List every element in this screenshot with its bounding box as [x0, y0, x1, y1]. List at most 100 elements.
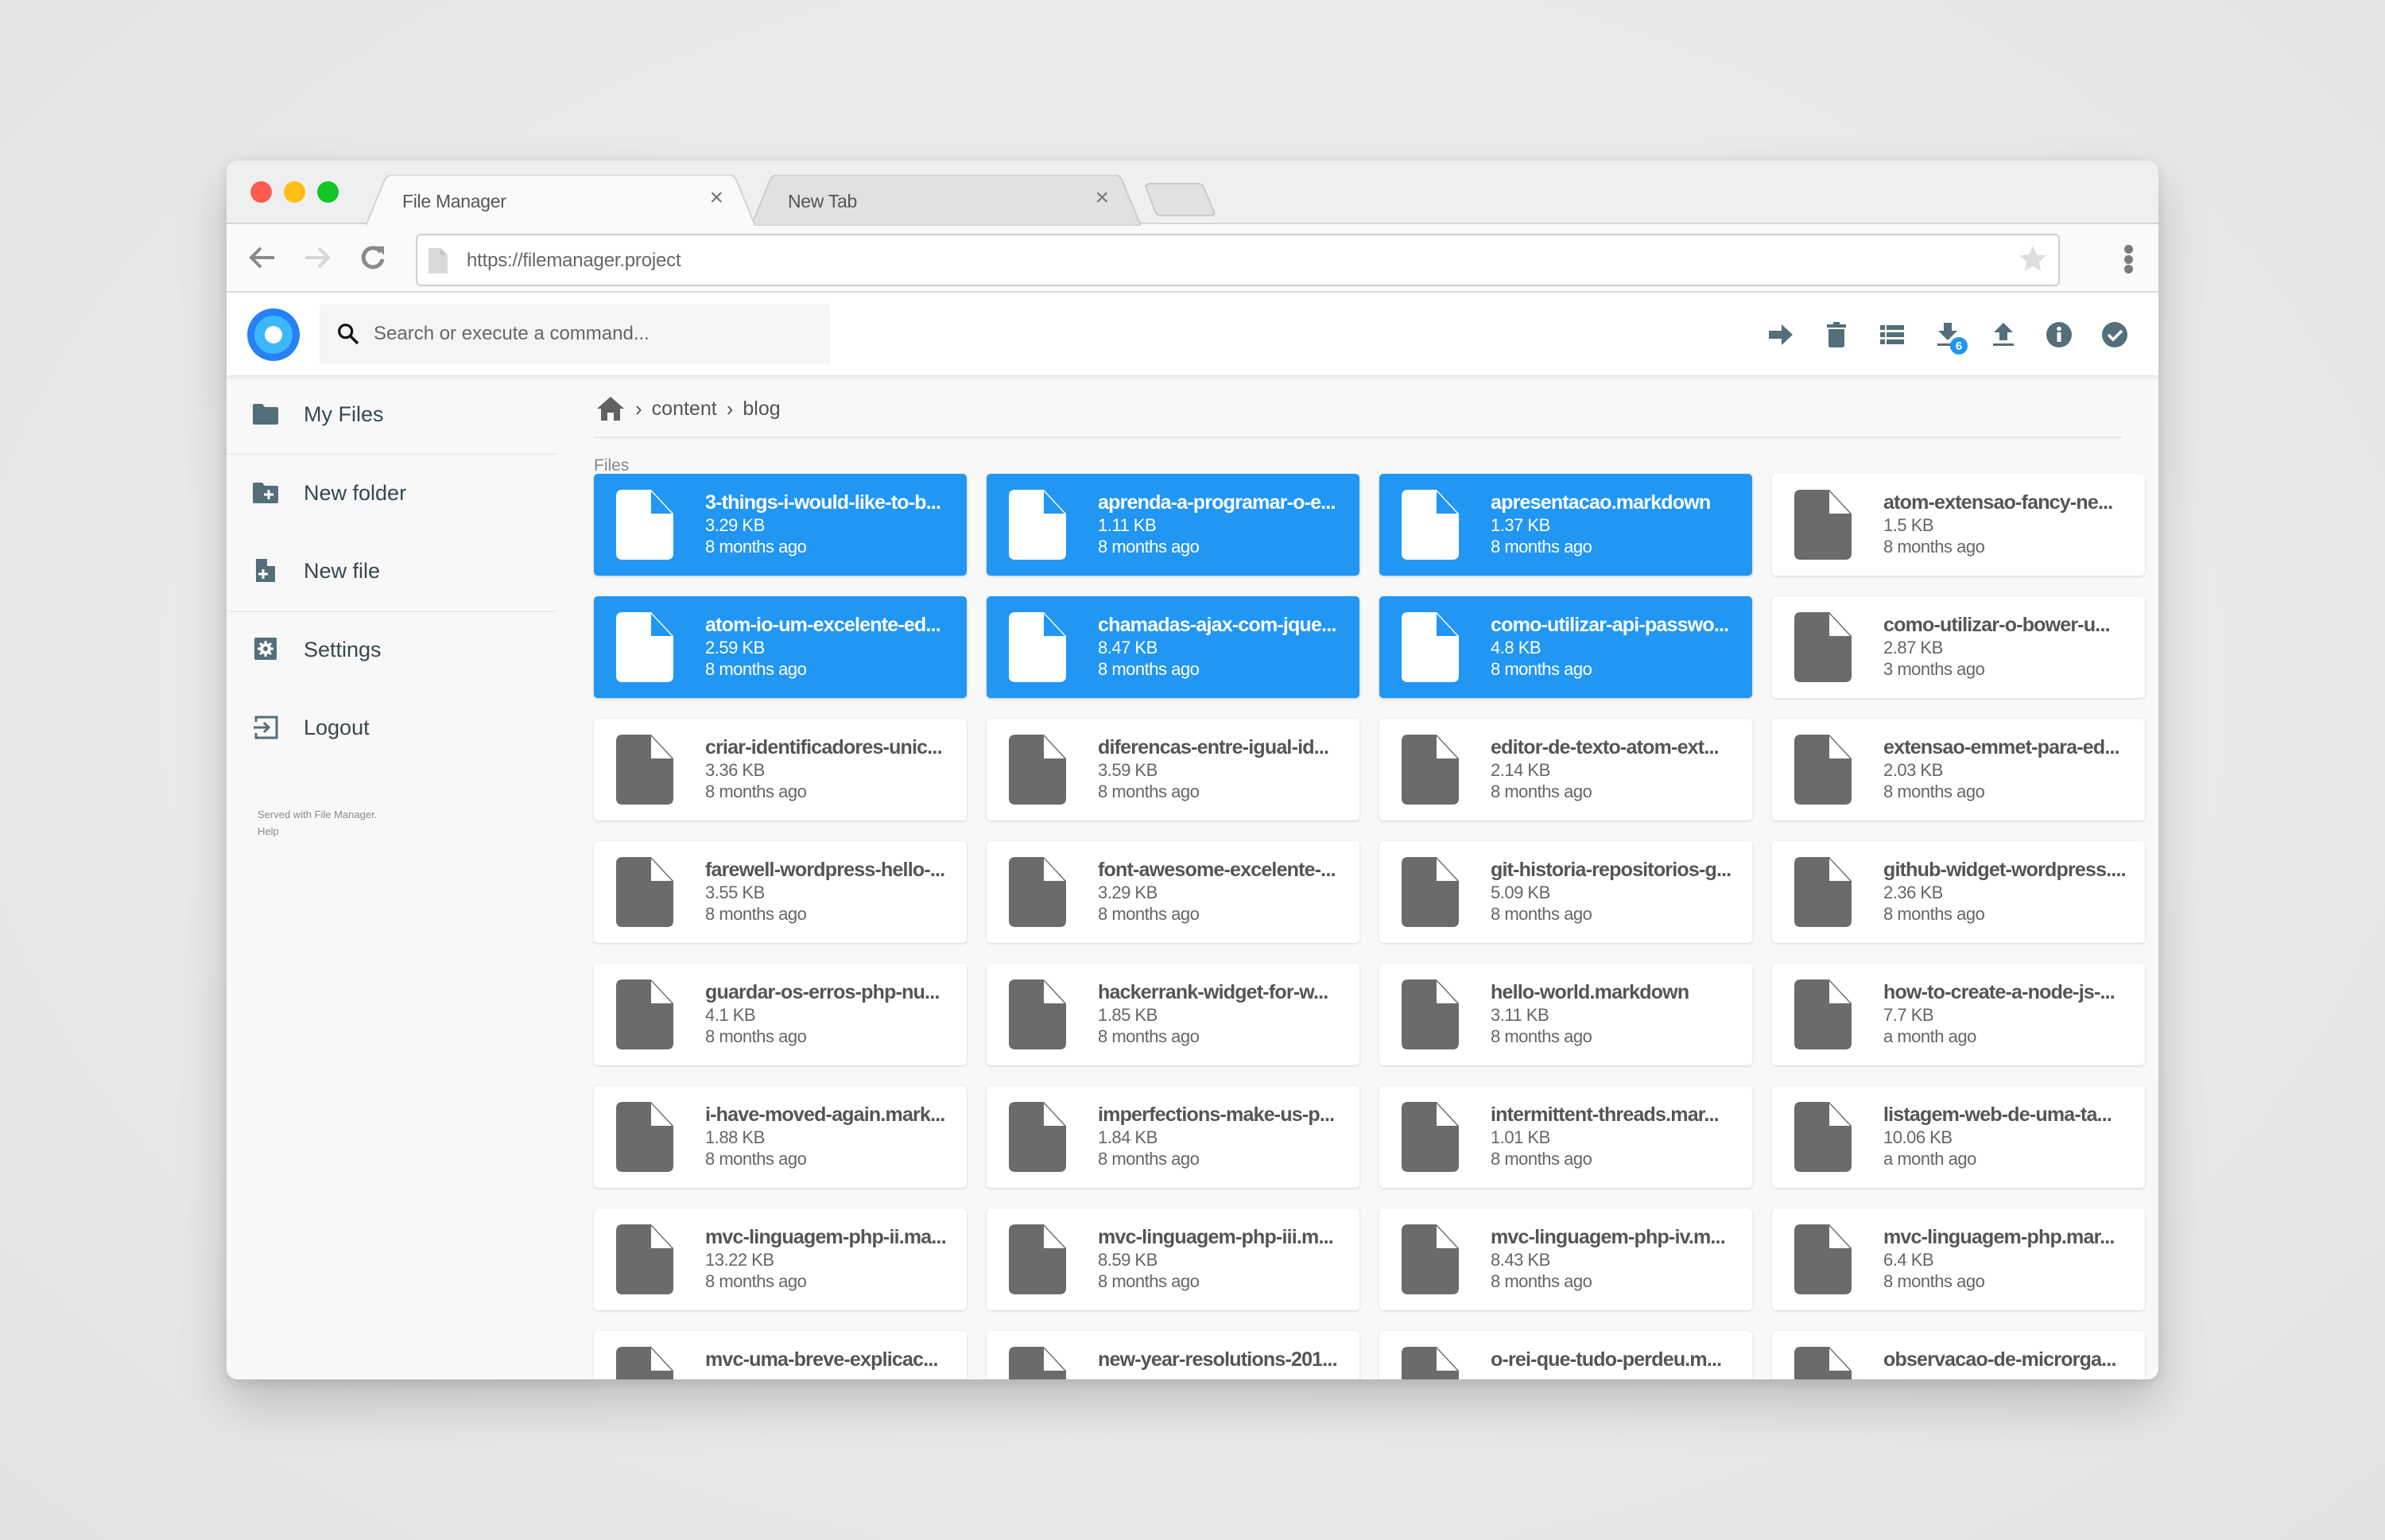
reload-icon [361, 246, 385, 270]
file-icon [1794, 1102, 1852, 1172]
breadcrumb-item[interactable]: content [652, 398, 717, 421]
file-card[interactable]: farewell-wordpress-hello-... 3.55 KB 8 mon… [594, 841, 967, 943]
file-modified: 8 months ago [705, 782, 807, 801]
file-size: 8.59 KB [1098, 1250, 1158, 1270]
sidebar-item-new-file[interactable]: New file [227, 543, 556, 599]
file-modified: 8 months ago [1098, 537, 1200, 557]
tab-label: File Manager [402, 191, 506, 211]
file-card[interactable]: atom-io-um-excelente-ed... 2.59 KB 8 month… [594, 596, 967, 698]
logo-ring [254, 316, 293, 354]
close-tab-icon[interactable]: × [1095, 186, 1109, 210]
file-card[interactable]: font-awesome-excelente-... 3.29 KB 8 month… [987, 841, 1359, 943]
back-button[interactable] [246, 242, 278, 273]
close-tab-icon[interactable]: × [709, 186, 723, 210]
file-card[interactable]: git-historia-repositorios-g... 5.09 KB 8 m… [1379, 841, 1752, 943]
file-size: 5.09 KB [1491, 882, 1550, 902]
file-card[interactable]: observacao-de-microrga... [1772, 1331, 2145, 1379]
settings-icon [254, 638, 277, 660]
file-name: mvc-linguagem-php-ii.ma... [705, 1226, 947, 1248]
file-card[interactable]: como-utilizar-api-passwo... 4.8 KB 8 month… [1379, 596, 1752, 698]
file-size: 3.11 KB [1491, 1005, 1549, 1025]
file-card[interactable]: mvc-linguagem-php-iii.m... 8.59 KB 8 month… [987, 1208, 1359, 1310]
sidebar-item-my-files[interactable]: My Files [227, 386, 556, 442]
breadcrumb-item[interactable]: blog [743, 398, 780, 421]
file-modified: a month ago [1883, 1026, 1976, 1046]
file-icon [1794, 1347, 1852, 1379]
file-size: 1.01 KB [1491, 1127, 1550, 1147]
switch-view-button[interactable] [1864, 316, 1920, 353]
file-card[interactable]: listagem-web-de-uma-ta... 10.06 KB a month… [1772, 1086, 2145, 1188]
file-card[interactable]: criar-identificadores-unic... 3.36 KB 8 mo… [594, 719, 967, 820]
file-card[interactable]: o-rei-que-tudo-perdeu.m... [1379, 1331, 1752, 1379]
file-card[interactable]: como-utilizar-o-bower-u... 2.87 KB 3 month… [1772, 596, 2145, 698]
file-size: 1.88 KB [705, 1127, 765, 1147]
file-icon [1009, 735, 1066, 805]
file-card[interactable]: how-to-create-a-node-js-... 7.7 KB a month… [1772, 964, 2145, 1065]
sidebar-item-label: Settings [304, 637, 382, 661]
download-button[interactable]: 6 [1920, 316, 1976, 355]
help-link[interactable]: Help [258, 825, 279, 837]
reload-button[interactable] [357, 242, 389, 273]
breadcrumb-divider [594, 436, 2122, 438]
file-card[interactable]: hello-world.markdown 3.11 KB 8 months ago [1379, 964, 1752, 1065]
file-modified: 8 months ago [1883, 537, 1985, 557]
file-modified: 8 months ago [1491, 1026, 1592, 1046]
app-logo[interactable] [247, 308, 300, 361]
file-name: 3-things-i-would-like-to-b... [705, 491, 941, 514]
file-icon [1402, 857, 1459, 927]
sidebar-item-new-folder[interactable]: New folder [227, 465, 556, 521]
sidebar-item-logout[interactable]: Logout [227, 700, 556, 755]
close-window-button[interactable] [250, 181, 272, 203]
tab-new-tab[interactable]: New Tab × [751, 175, 1141, 226]
breadcrumb-home[interactable] [595, 395, 626, 422]
file-icon [616, 1347, 673, 1379]
maximize-window-button[interactable] [317, 181, 339, 203]
file-card[interactable]: mvc-linguagem-php-iv.m... 8.43 KB 8 months… [1379, 1208, 1752, 1310]
move-button[interactable] [1753, 316, 1809, 353]
file-card[interactable]: i-have-moved-again.mark... 1.88 KB 8 month… [594, 1086, 967, 1188]
file-card[interactable]: apresentacao.markdown 1.37 KB 8 months ago [1379, 474, 1752, 576]
file-card[interactable]: 3-things-i-would-like-to-b... 3.29 KB 8 mo… [594, 474, 967, 576]
file-card[interactable]: intermittent-threads.mar... 1.01 KB 8 mont… [1379, 1086, 1752, 1188]
file-card[interactable]: chamadas-ajax-com-jque... 8.47 KB 8 months… [987, 596, 1359, 698]
file-card[interactable]: mvc-linguagem-php.mar... 6.4 KB 8 months a… [1772, 1208, 2145, 1310]
upload-button[interactable] [1976, 316, 2031, 353]
delete-button[interactable] [1809, 316, 1864, 353]
file-card[interactable]: mvc-linguagem-php-ii.ma... 13.22 KB 8 mont… [594, 1208, 967, 1310]
search-input[interactable] [374, 304, 819, 364]
file-name: apresentacao.markdown [1491, 491, 1711, 514]
file-card[interactable]: extensao-emmet-para-ed... 2.03 KB 8 months… [1772, 719, 2145, 820]
file-size: 8.47 KB [1098, 638, 1158, 658]
file-modified: 8 months ago [1491, 1149, 1592, 1169]
menu-dot [2123, 265, 2133, 273]
search-box[interactable] [320, 304, 830, 364]
minimize-window-button[interactable] [284, 181, 305, 203]
file-card[interactable]: new-year-resolutions-201... [987, 1331, 1359, 1379]
file-card[interactable]: editor-de-texto-atom-ext... 2.14 KB 8 mont… [1379, 719, 1752, 820]
file-name: diferencas-entre-igual-id... [1098, 736, 1329, 758]
file-name: mvc-linguagem-php-iv.m... [1491, 1226, 1726, 1248]
file-card[interactable]: aprenda-a-programar-o-e... 1.11 KB 8 month… [987, 474, 1359, 576]
info-button[interactable] [2031, 316, 2087, 353]
file-card[interactable]: atom-extensao-fancy-ne... 1.5 KB 8 months … [1772, 474, 2145, 576]
address-bar[interactable]: https://filemanager.project [416, 234, 2060, 286]
select-button[interactable] [2087, 316, 2143, 353]
tab-file-manager[interactable]: File Manager × [366, 175, 755, 226]
file-name: mvc-uma-breve-explicac... [705, 1348, 938, 1371]
file-card[interactable]: diferencas-entre-igual-id... 3.59 KB 8 mon… [987, 719, 1359, 820]
forward-button[interactable] [301, 242, 333, 273]
breadcrumb-separator: › [726, 396, 734, 421]
file-card[interactable]: mvc-uma-breve-explicac... [594, 1331, 967, 1379]
list-view-icon [1880, 325, 1904, 344]
file-card[interactable]: imperfections-make-us-p... 1.84 KB 8 month… [987, 1086, 1359, 1188]
browser-menu-button[interactable] [2120, 242, 2136, 277]
new-tab-button[interactable] [1141, 183, 1220, 216]
file-card[interactable]: github-widget-wordpress.... 2.36 KB 8 mont… [1772, 841, 2145, 943]
sidebar-item-settings[interactable]: Settings [227, 622, 556, 677]
file-card[interactable]: hackerrank-widget-for-w... 1.85 KB 8 month… [987, 964, 1359, 1065]
file-size: 2.36 KB [1883, 882, 1943, 902]
bookmark-star-icon[interactable] [2017, 243, 2049, 275]
url-text[interactable]: https://filemanager.project [467, 250, 681, 272]
file-card[interactable]: guardar-os-erros-php-nu... 4.1 KB 8 months… [594, 964, 967, 1065]
file-icon [616, 612, 673, 682]
